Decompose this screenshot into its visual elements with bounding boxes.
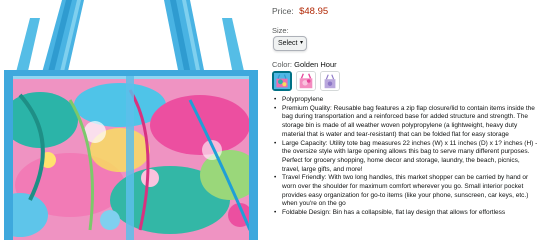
swatch-pink[interactable]: [296, 71, 316, 91]
color-value: Golden Hour: [294, 60, 337, 69]
color-swatches: [272, 71, 340, 91]
price-row: Price: $48.95: [272, 6, 328, 17]
bag-handles: [14, 0, 246, 80]
bag-side-trim-right: [249, 76, 258, 240]
feature-bullet: Travel Friendly: With two long handles, …: [272, 174, 538, 209]
swatch-white-lavender-thumbnail: [321, 72, 339, 90]
size-select-value: Select: [278, 40, 298, 47]
product-details: Price: $48.95 Size: Select ▾ Color: Gold…: [272, 0, 540, 240]
feature-bullet: Large Capacity: Utility tote bag measure…: [272, 140, 538, 175]
feature-bullet: Foldable Design: Bin has a collapsible, …: [272, 209, 538, 218]
size-label: Size:: [272, 26, 289, 35]
swatch-pink-thumbnail: [297, 72, 315, 90]
swatch-golden-hour[interactable]: [272, 71, 292, 91]
size-select-dropdown[interactable]: Select ▾: [273, 36, 307, 51]
price-label: Price:: [272, 6, 294, 16]
swatch-golden-hour-thumbnail: [274, 73, 290, 89]
feature-bullet: Premium Quality: Reusable bag features a…: [272, 105, 538, 140]
swatch-white-lavender[interactable]: [320, 71, 340, 91]
bag-side-trim-left: [4, 76, 13, 240]
feature-bullet: Polypropylene: [272, 96, 538, 105]
chevron-down-icon: ▾: [299, 40, 303, 46]
color-label: Color:: [272, 60, 293, 69]
color-row: Color: Golden Hour: [272, 60, 337, 69]
product-image[interactable]: [0, 0, 262, 240]
feature-bullet-list: Polypropylene Premium Quality: Reusable …: [272, 96, 538, 218]
price-value: $48.95: [299, 6, 329, 17]
tote-bag-image: [4, 0, 258, 240]
